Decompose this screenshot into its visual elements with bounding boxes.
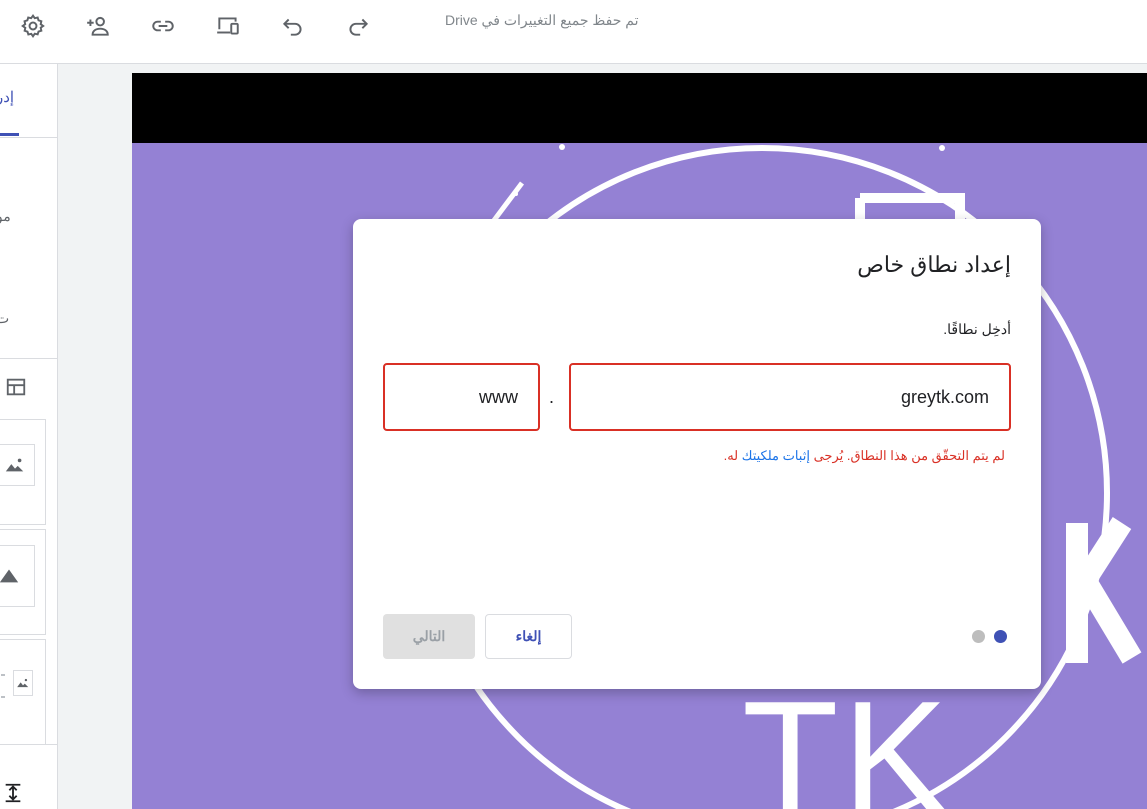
sidebar-item-text[interactable]: ت [0, 310, 9, 327]
cancel-button[interactable]: إلغاء [485, 614, 572, 659]
gear-icon [21, 14, 45, 39]
text-lines [1, 674, 5, 698]
verify-ownership-link[interactable]: إثبات ملكيتك [742, 448, 810, 463]
add-person-icon [87, 16, 109, 36]
domain-separator: . [549, 387, 555, 407]
custom-domain-dialog: إعداد نطاق خاص أدخِل نطاقًا. . لم يتم ال… [353, 219, 1041, 689]
subdomain-input[interactable] [403, 385, 520, 409]
subdomain-field[interactable] [383, 363, 540, 431]
image-icon [0, 569, 19, 583]
link-button[interactable] [145, 8, 181, 44]
dialog-title: إعداد نطاق خاص [857, 252, 1011, 277]
devices-icon [217, 17, 239, 35]
layout-thumbnail[interactable] [0, 419, 46, 525]
layout-preview [0, 444, 35, 486]
divider [0, 358, 57, 359]
layout-preview [13, 670, 33, 696]
domain-label: أدخِل نطاقًا. [943, 321, 1011, 337]
settings-button[interactable] [15, 8, 51, 44]
redo-icon [349, 18, 369, 36]
step-indicator [972, 630, 1007, 643]
domain-error-message: لم يتم التحقّق من هذا النطاق. يُرجى إثبا… [724, 448, 1005, 464]
vertical-resize-icon[interactable] [2, 780, 24, 806]
layouts-icon[interactable] [5, 376, 27, 398]
layout-thumbnail[interactable] [0, 639, 46, 745]
save-status: تم حفظ جميع التغييرات في Drive [445, 12, 639, 28]
tab-insert[interactable]: إدر [0, 88, 14, 106]
domain-field[interactable] [569, 363, 1011, 431]
divider [0, 137, 57, 138]
link-icon [152, 20, 174, 32]
preview-devices-button[interactable] [210, 8, 246, 44]
divider [0, 744, 57, 745]
image-icon [5, 458, 24, 472]
layout-thumbnail[interactable] [0, 529, 46, 635]
add-person-button[interactable] [80, 8, 116, 44]
top-toolbar: تم حفظ جميع التغييرات في Drive [0, 0, 1147, 64]
undo-button[interactable] [275, 8, 311, 44]
site-header-bar[interactable] [132, 73, 1147, 143]
error-text: لم يتم التحقّق من هذا النطاق. يُرجى [809, 448, 1005, 463]
left-sidebar: إدر مو ت [0, 64, 58, 809]
domain-input[interactable] [589, 385, 991, 409]
undo-icon [282, 18, 302, 36]
step-dot [972, 630, 985, 643]
redo-button[interactable] [340, 8, 376, 44]
image-icon [17, 678, 29, 688]
layout-preview [0, 545, 35, 607]
next-button[interactable]: التالي [383, 614, 475, 659]
step-dot-active [994, 630, 1007, 643]
error-suffix: له. [723, 448, 742, 463]
logo-text: TK [742, 669, 952, 809]
sidebar-item-text[interactable]: مو [0, 208, 11, 225]
active-tab-indicator [0, 133, 19, 136]
